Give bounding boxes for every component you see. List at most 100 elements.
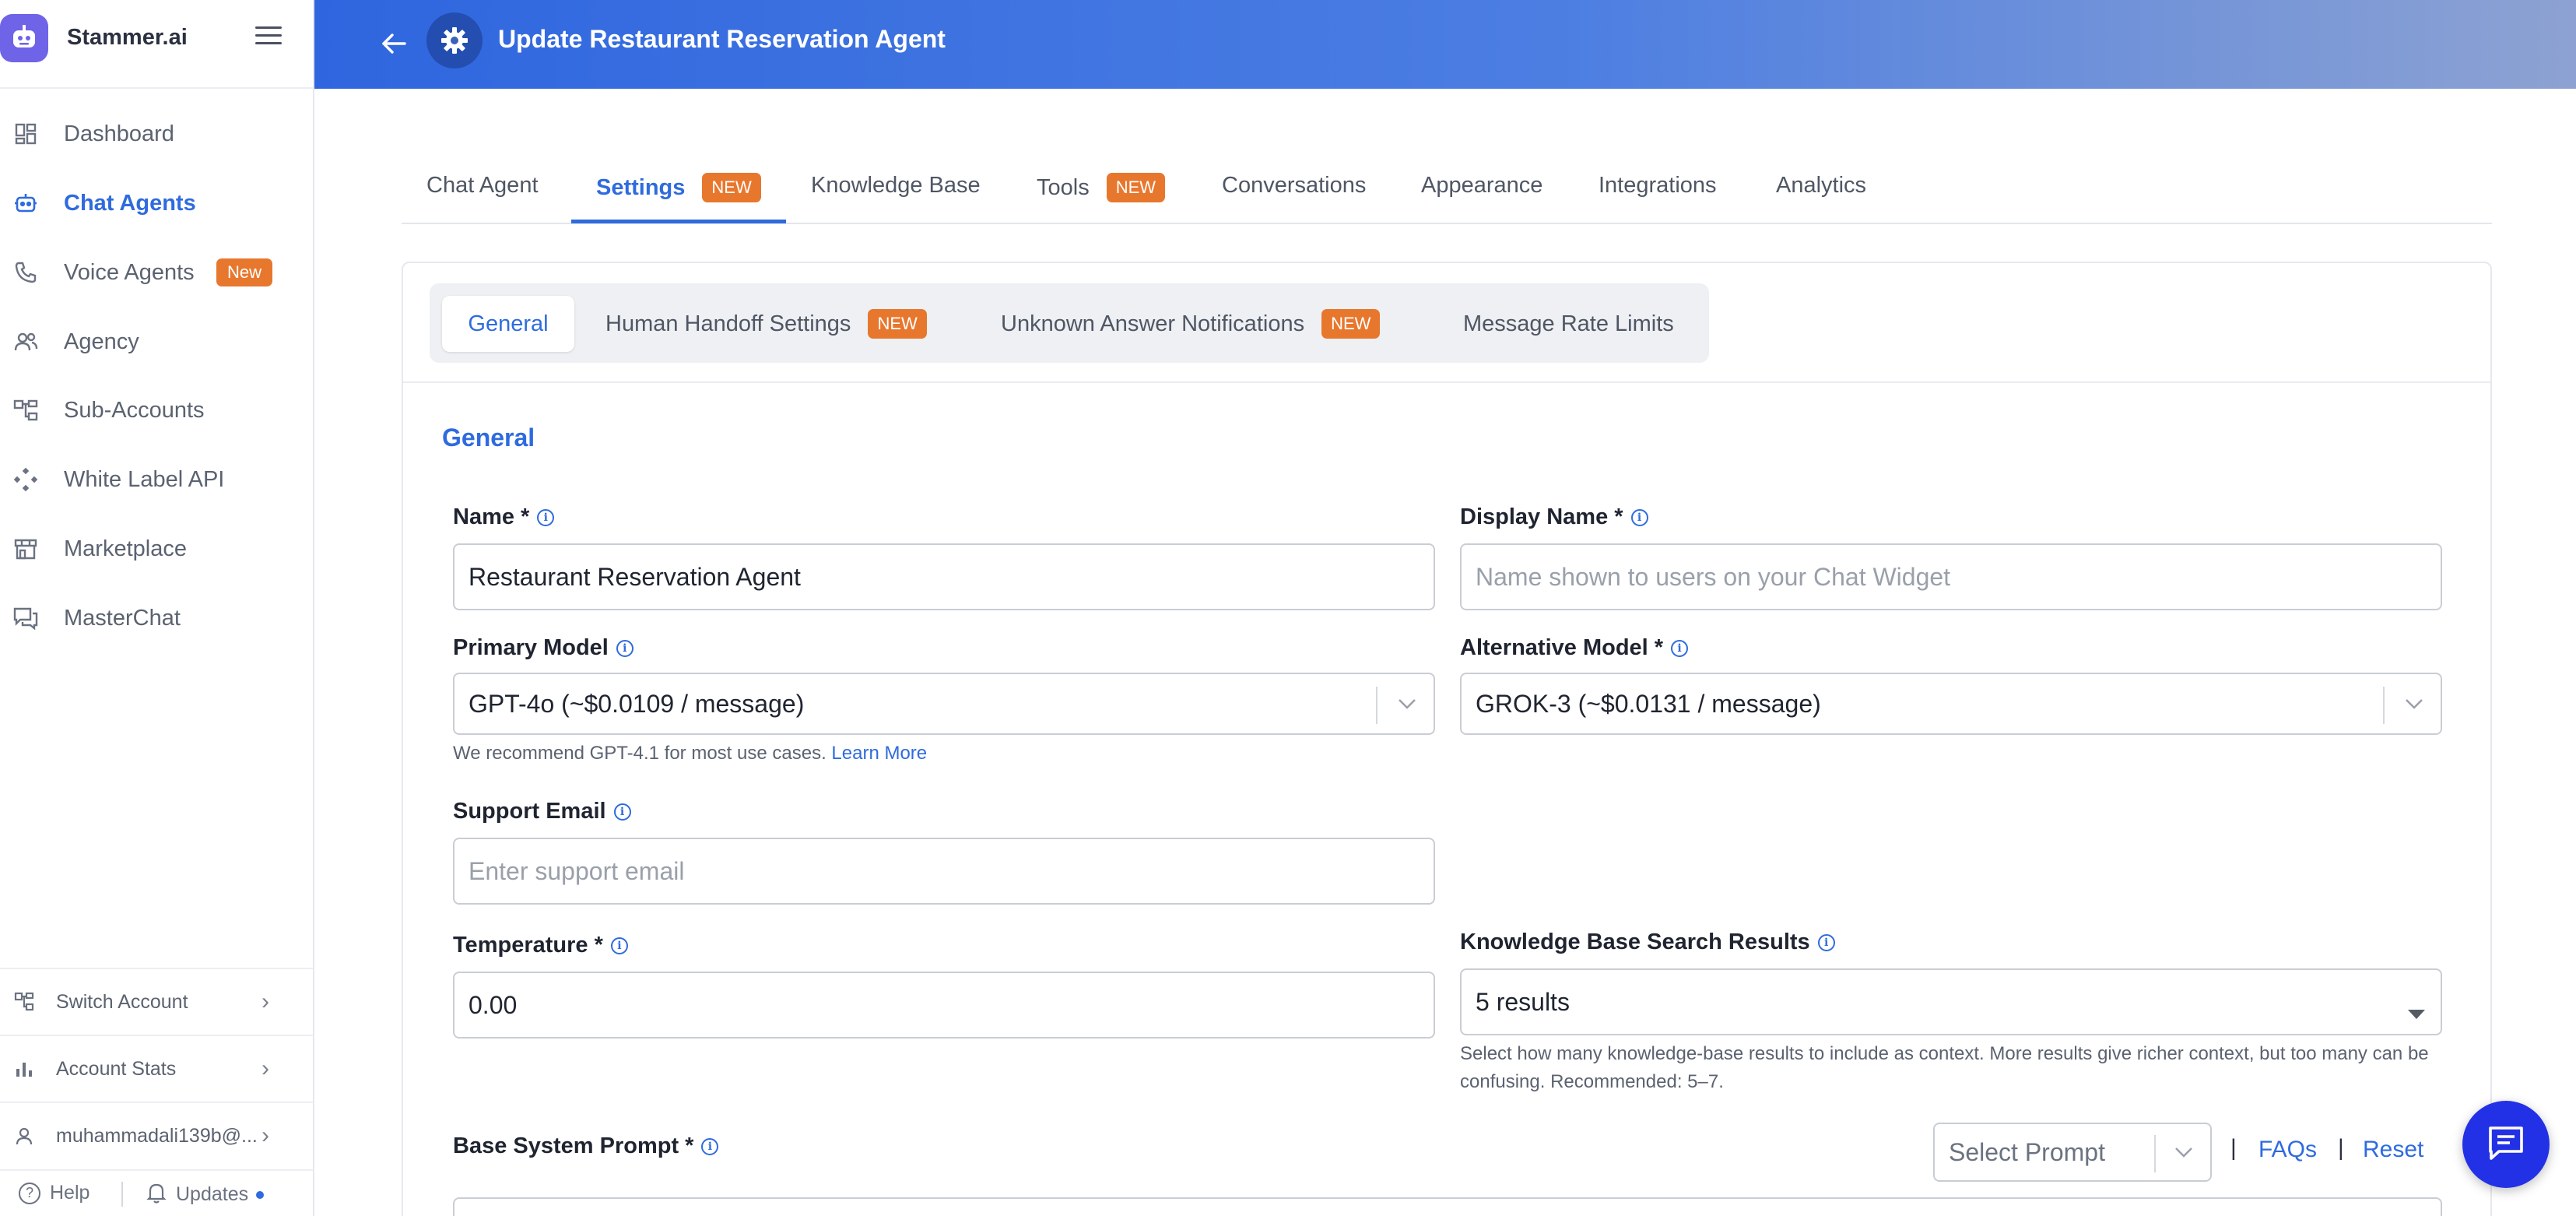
section-title: General bbox=[442, 423, 535, 452]
primary-model-select[interactable]: GPT-4o (~$0.0109 / message) bbox=[453, 673, 1435, 735]
info-icon[interactable]: i bbox=[613, 803, 631, 821]
chevron-right-icon: › bbox=[261, 989, 269, 1014]
sidebar-item-sub-accounts[interactable]: Sub-Accounts bbox=[0, 383, 313, 438]
select-separator bbox=[1376, 687, 1377, 724]
sidebar-item-chat-agents[interactable]: Chat Agents bbox=[0, 176, 313, 230]
tab-integrations[interactable]: Integrations bbox=[1599, 173, 1717, 199]
tab-tools[interactable]: Tools NEW bbox=[1037, 173, 1166, 202]
label-text: Support Email bbox=[453, 799, 606, 824]
name-label: Name * i bbox=[453, 504, 555, 530]
sidebar-item-dashboard[interactable]: Dashboard bbox=[0, 107, 313, 161]
chat-icon bbox=[2487, 1124, 2525, 1165]
help-label: Help bbox=[50, 1182, 90, 1204]
kb-results-label: Knowledge Base Search Results i bbox=[1460, 930, 1835, 955]
notification-dot bbox=[256, 1190, 265, 1199]
sidebar-item-agency[interactable]: Agency bbox=[0, 315, 313, 369]
subtabs-bar: General Human Handoff Settings NEW Unkno… bbox=[403, 263, 2490, 383]
tab-analytics[interactable]: Analytics bbox=[1776, 173, 1866, 199]
updates-link[interactable]: Updates bbox=[146, 1182, 265, 1207]
subtab-human-handoff[interactable]: Human Handoff Settings NEW bbox=[605, 296, 927, 352]
kb-results-select[interactable]: 5 results bbox=[1460, 968, 2442, 1035]
gear-icon bbox=[426, 12, 483, 69]
label-text: Alternative Model * bbox=[1460, 635, 1664, 660]
info-icon[interactable]: i bbox=[537, 508, 555, 526]
user-icon bbox=[12, 1124, 36, 1147]
users-icon bbox=[12, 329, 39, 355]
sidebar-item-label: MasterChat bbox=[64, 605, 181, 631]
tab-label: Chat Agent bbox=[426, 173, 539, 198]
chat-widget-button[interactable] bbox=[2462, 1101, 2550, 1188]
subtab-message-rate-limits[interactable]: Message Rate Limits bbox=[1463, 296, 1674, 352]
settings-card: General Human Handoff Settings NEW Unkno… bbox=[402, 262, 2492, 1216]
store-icon bbox=[12, 536, 39, 562]
chevron-down-icon bbox=[1392, 688, 1423, 719]
sidebar-item-white-label-api[interactable]: White Label API bbox=[0, 452, 313, 507]
brand-bar: Stammer.ai bbox=[0, 0, 313, 89]
user-account-button[interactable]: muhammadali139b@... › bbox=[0, 1102, 313, 1169]
account-stats-label: Account Stats bbox=[56, 1057, 177, 1080]
info-icon[interactable]: i bbox=[1817, 933, 1835, 951]
tab-label: Settings bbox=[596, 174, 686, 200]
reset-link[interactable]: Reset bbox=[2363, 1137, 2423, 1163]
tab-chat-agent[interactable]: Chat Agent bbox=[426, 173, 539, 199]
subtab-label: Human Handoff Settings bbox=[605, 311, 851, 336]
subtab-label: Unknown Answer Notifications bbox=[1001, 311, 1305, 336]
tab-label: Knowledge Base bbox=[811, 173, 981, 198]
robot-logo-icon[interactable] bbox=[0, 14, 48, 62]
chat-bubbles-icon bbox=[12, 605, 39, 631]
sidebar-item-voice-agents[interactable]: Voice Agents New bbox=[0, 245, 313, 300]
chevron-right-icon: › bbox=[261, 1056, 269, 1081]
select-separator bbox=[2383, 687, 2385, 724]
label-text: Temperature * bbox=[453, 933, 603, 958]
info-icon[interactable]: i bbox=[701, 1137, 719, 1155]
help-updates-row: ? Help Updates bbox=[0, 1169, 313, 1216]
tab-label: Appearance bbox=[1421, 173, 1543, 198]
sidebar-item-label: Sub-Accounts bbox=[64, 397, 205, 423]
base-prompt-textarea[interactable] bbox=[453, 1197, 2442, 1216]
switch-account-label: Switch Account bbox=[56, 990, 188, 1013]
info-icon[interactable]: i bbox=[616, 639, 633, 657]
updates-label: Updates bbox=[176, 1183, 249, 1205]
tab-knowledge-base[interactable]: Knowledge Base bbox=[811, 173, 981, 199]
robot-icon bbox=[12, 190, 39, 216]
faqs-link[interactable]: FAQs bbox=[2258, 1137, 2317, 1163]
subtab-label: Message Rate Limits bbox=[1463, 311, 1674, 336]
base-prompt-label: Base System Prompt * i bbox=[453, 1133, 719, 1159]
tab-label: Conversations bbox=[1222, 173, 1367, 198]
name-input[interactable]: Restaurant Reservation Agent bbox=[453, 543, 1435, 610]
info-icon[interactable]: i bbox=[610, 937, 628, 954]
sidebar-item-label: Agency bbox=[64, 329, 139, 354]
support-email-input[interactable]: Enter support email bbox=[453, 838, 1435, 905]
tab-appearance[interactable]: Appearance bbox=[1421, 173, 1542, 199]
back-arrow-icon[interactable] bbox=[374, 23, 414, 64]
alternative-model-select[interactable]: GROK-3 (~$0.0131 / message) bbox=[1460, 673, 2442, 735]
sidebar: Stammer.ai Dashboard Chat Agents Voice A… bbox=[0, 0, 314, 1216]
help-link[interactable]: ? Help bbox=[19, 1182, 89, 1204]
new-badge: NEW bbox=[868, 309, 927, 339]
sidebar-item-masterchat[interactable]: MasterChat bbox=[0, 591, 313, 645]
learn-more-link[interactable]: Learn More bbox=[831, 743, 927, 764]
select-prompt-dropdown[interactable]: Select Prompt bbox=[1933, 1123, 2212, 1182]
chevron-right-icon: › bbox=[261, 1123, 269, 1148]
subtab-unknown-answer[interactable]: Unknown Answer Notifications NEW bbox=[1001, 296, 1381, 352]
api-icon bbox=[12, 466, 39, 493]
menu-toggle-icon[interactable] bbox=[255, 26, 282, 50]
subtab-general[interactable]: General bbox=[442, 296, 574, 352]
switch-account-button[interactable]: Switch Account › bbox=[0, 968, 313, 1035]
label-text: Primary Model bbox=[453, 635, 609, 660]
info-icon[interactable]: i bbox=[1630, 508, 1648, 526]
info-icon[interactable]: i bbox=[1671, 639, 1689, 657]
account-stats-button[interactable]: Account Stats › bbox=[0, 1035, 313, 1102]
tab-conversations[interactable]: Conversations bbox=[1222, 173, 1366, 199]
chevron-down-icon bbox=[2168, 1137, 2199, 1168]
help-icon: ? bbox=[19, 1182, 40, 1204]
sidebar-item-marketplace[interactable]: Marketplace bbox=[0, 522, 313, 576]
hint-text: We recommend GPT-4.1 for most use cases. bbox=[453, 743, 826, 764]
tab-settings[interactable]: Settings NEW bbox=[596, 173, 761, 202]
temperature-label: Temperature * i bbox=[453, 933, 628, 958]
phone-icon bbox=[12, 259, 39, 286]
temperature-input[interactable]: 0.00 bbox=[453, 972, 1435, 1039]
dashboard-icon bbox=[12, 121, 39, 147]
display-name-input[interactable]: Name shown to users on your Chat Widget bbox=[1460, 543, 2442, 610]
label-text: Display Name * bbox=[1460, 504, 1623, 529]
